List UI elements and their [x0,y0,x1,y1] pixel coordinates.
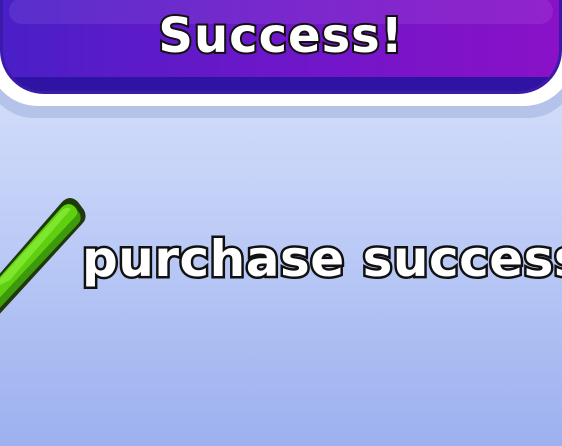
purchase-message: purchase successf [79,228,562,291]
success-dialog: Success! purchase successf [0,0,562,446]
dialog-title: Success! [156,6,404,66]
